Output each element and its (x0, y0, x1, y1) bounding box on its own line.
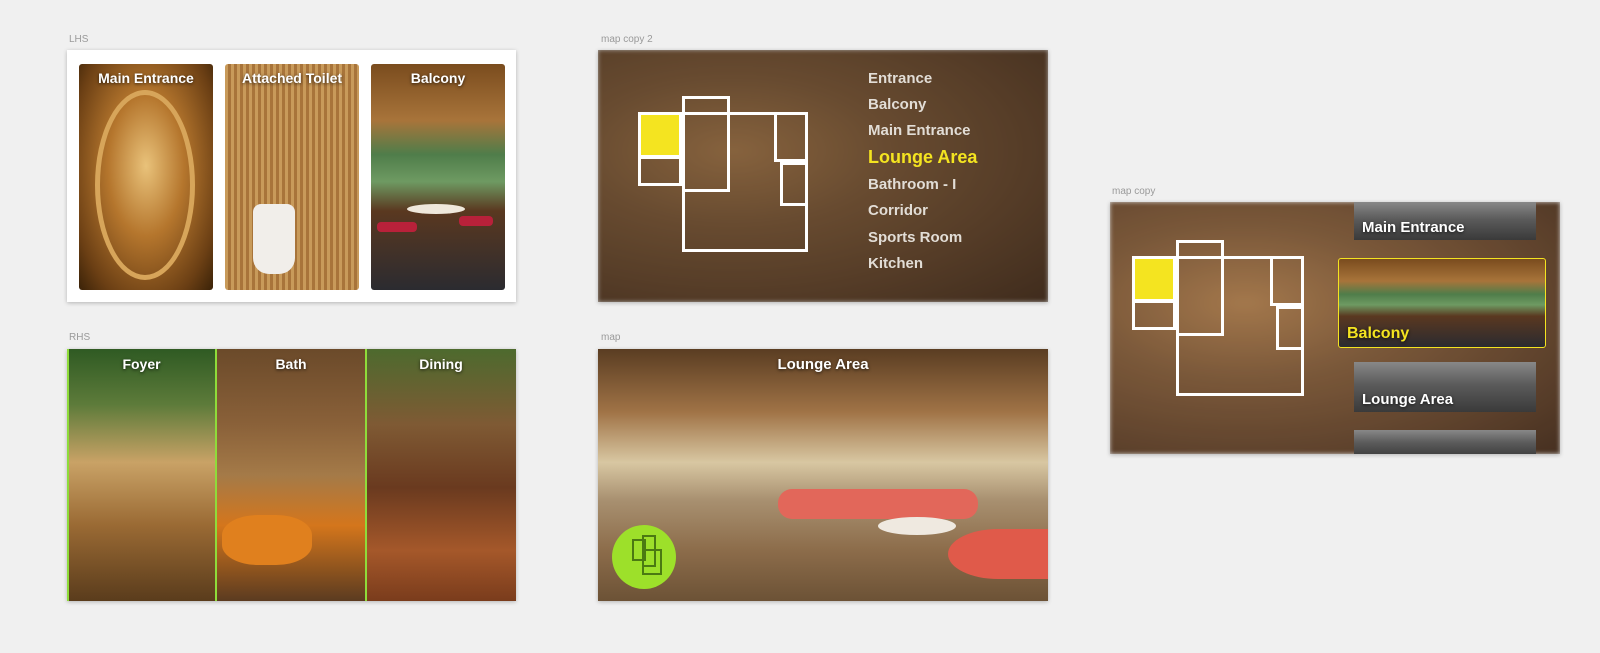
caption-bath: Bath (275, 356, 307, 372)
room-entrance-highlight[interactable] (1132, 256, 1176, 302)
photo-bath[interactable]: Bath (216, 349, 366, 601)
artboard-map-copy: Main Entrance Balcony Lounge Area (1110, 202, 1560, 454)
caption-main-entrance: Main Entrance (98, 70, 194, 86)
caption-foyer: Foyer (122, 356, 161, 372)
room[interactable] (638, 156, 682, 186)
thumb-caption: Lounge Area (1362, 391, 1454, 408)
artboard-map-copy-2: Entrance Balcony Main Entrance Lounge Ar… (598, 50, 1048, 302)
floor-plan (638, 96, 808, 256)
artboard-label-map[interactable]: map (601, 332, 620, 343)
artboard-map: Lounge Area (598, 349, 1048, 601)
legend-item-kitchen[interactable]: Kitchen (868, 255, 923, 272)
sofa-decor (778, 489, 978, 519)
table-decor (878, 517, 956, 535)
cushion-decor (377, 222, 417, 232)
mini-map-room (642, 549, 662, 575)
thumb-balcony-active[interactable]: Balcony (1338, 258, 1546, 348)
cushion-decor (459, 216, 493, 226)
legend-item-bathroom[interactable]: Bathroom - I (868, 176, 956, 193)
thumb-caption: Balcony (1347, 325, 1410, 342)
photo-main-entrance[interactable]: Main Entrance (79, 64, 213, 290)
thumb-next[interactable] (1354, 430, 1536, 454)
divider-2 (365, 349, 367, 601)
legend-item-entrance[interactable]: Entrance (868, 70, 932, 87)
divider-left (67, 349, 69, 601)
thumb-lounge-area[interactable]: Lounge Area (1354, 362, 1536, 412)
artboard-label-lhs[interactable]: LHS (69, 34, 88, 45)
thumb-main-entrance[interactable]: Main Entrance (1354, 202, 1536, 240)
caption-dining: Dining (419, 356, 463, 372)
table-decor (407, 204, 465, 214)
artboard-label-rhs[interactable]: RHS (69, 332, 90, 343)
floor-plan (1132, 240, 1304, 400)
bathtub-decor (222, 515, 312, 565)
map-button[interactable] (612, 525, 676, 589)
room[interactable] (774, 112, 808, 162)
round-door-decor (95, 90, 195, 280)
legend-item-corridor[interactable]: Corridor (868, 202, 928, 219)
sofa-decor (948, 529, 1048, 579)
photo-dining[interactable]: Dining (366, 349, 516, 601)
caption-attached-toilet: Attached Toilet (241, 70, 343, 86)
photo-balcony[interactable]: Balcony (371, 64, 505, 290)
map-title: Lounge Area (777, 356, 869, 373)
room[interactable] (780, 162, 808, 206)
room[interactable] (1276, 306, 1304, 350)
toilet-decor (253, 204, 295, 274)
room-entrance-highlight[interactable] (638, 112, 682, 158)
thumb-caption: Main Entrance (1362, 219, 1465, 236)
room[interactable] (1270, 256, 1304, 306)
legend-item-main-entrance[interactable]: Main Entrance (868, 122, 971, 139)
artboard-label-map-copy-2[interactable]: map copy 2 (601, 34, 653, 45)
caption-balcony: Balcony (410, 70, 466, 86)
artboard-rhs: Foyer Bath Dining (67, 349, 516, 601)
legend-item-lounge-area[interactable]: Lounge Area (868, 147, 977, 168)
artboard-lhs: Main Entrance Attached Toilet Balcony (67, 50, 516, 302)
photo-foyer[interactable]: Foyer (67, 349, 216, 601)
legend-item-balcony[interactable]: Balcony (868, 96, 926, 113)
divider-1 (215, 349, 217, 601)
photo-attached-toilet[interactable]: Attached Toilet (225, 64, 359, 290)
artboard-label-map-copy[interactable]: map copy (1112, 186, 1155, 197)
legend-item-sports-room[interactable]: Sports Room (868, 229, 962, 246)
room[interactable] (1132, 300, 1176, 330)
